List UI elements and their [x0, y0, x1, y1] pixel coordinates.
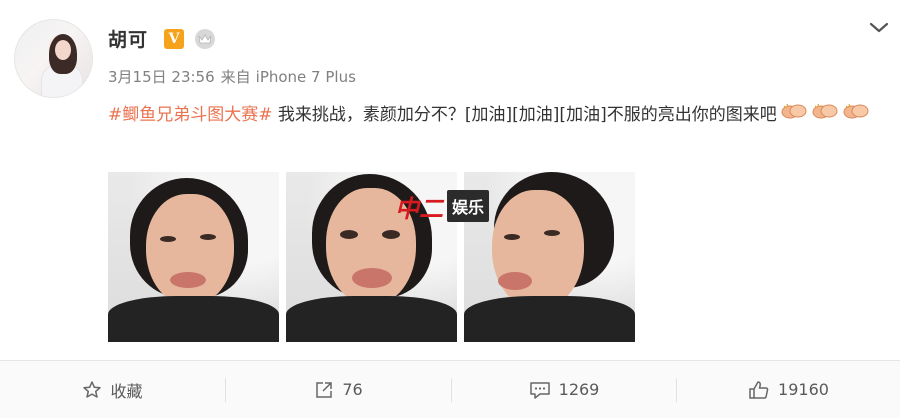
clap-icon [812, 99, 838, 119]
repost-count: 76 [342, 380, 363, 399]
post-text: #鲫鱼兄弟斗图大赛# 我来挑战，素颜加分不？[加油][加油][加油]不服的亮出你… [108, 99, 888, 131]
star-icon [82, 380, 102, 400]
emoji-row [781, 99, 874, 131]
member-crown-icon [195, 29, 215, 49]
post-source: iPhone 7 Plus [255, 68, 356, 86]
watermark-logo: 中二 [395, 193, 443, 223]
post-photo-3[interactable] [464, 172, 635, 342]
comment-button[interactable]: 1269 [452, 361, 676, 418]
repost-button[interactable]: 76 [226, 361, 451, 418]
hashtag-link[interactable]: #鲫鱼兄弟斗图大赛# [108, 105, 273, 125]
watermark-label: 娱乐 [447, 190, 490, 222]
comment-count: 1269 [558, 380, 600, 399]
post-photo-1[interactable] [108, 172, 279, 342]
weibo-post-card: 胡可 V 3月15日 23:56 来自 iPhone 7 Plus #鲫鱼兄弟斗图大… [0, 0, 900, 418]
chevron-down-icon[interactable] [868, 20, 890, 34]
post-timestamp[interactable]: 3月15日 23:56 [108, 68, 215, 86]
like-count: 19160 [778, 380, 829, 399]
thumbs-up-icon [748, 380, 770, 400]
verified-badge-icon: V [164, 29, 184, 49]
clap-icon [843, 99, 869, 119]
watermark: 中二 娱乐 [395, 188, 490, 224]
author-name[interactable]: 胡可 [108, 25, 148, 52]
comment-icon [529, 380, 551, 400]
avatar[interactable] [14, 19, 93, 98]
favorite-label: 收藏 [110, 381, 143, 401]
favorite-button[interactable]: 收藏 [0, 361, 225, 418]
post-body: 我来挑战，素颜加分不？[加油][加油][加油]不服的亮出你的图来吧 [272, 105, 777, 125]
share-icon [314, 380, 334, 400]
like-button[interactable]: 19160 [677, 361, 900, 418]
post-meta: 3月15日 23:56 来自 iPhone 7 Plus [108, 66, 362, 87]
clap-icon [781, 99, 807, 119]
source-prefix: 来自 [220, 68, 251, 86]
action-bar: 收藏 76 1269 19160 [0, 361, 900, 418]
